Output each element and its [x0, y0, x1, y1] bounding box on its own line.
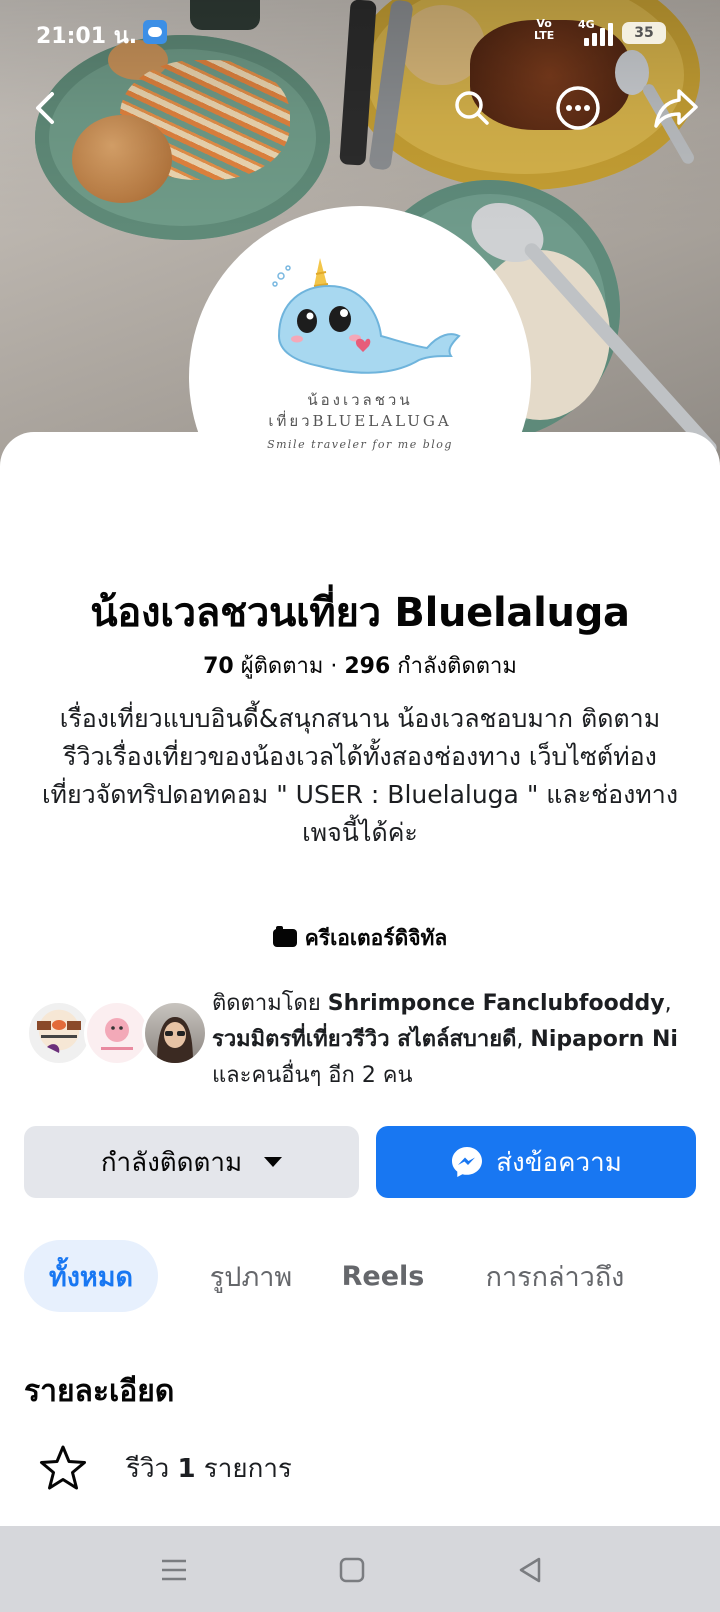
system-back-button[interactable]: [508, 1548, 552, 1592]
category-icon: [272, 926, 297, 947]
mutual-followers-avatars[interactable]: [26, 1000, 208, 1066]
system-nav-bar: [0, 1526, 720, 1612]
logo-tagline: Smile traveler for me blog: [267, 438, 453, 451]
profile-tabs: ทั้งหมด รูปภาพ Reels การกล่าวถึง: [24, 1240, 704, 1312]
home-button[interactable]: [330, 1548, 374, 1592]
menu-icon: [162, 1559, 186, 1581]
logo-text-line2: เที่ยวBLUELALUGA: [268, 410, 451, 430]
follower-name[interactable]: รวมมิตรที่เที่ยวรีวิว สไตล์สบายดี: [212, 1027, 516, 1052]
following-count: 296: [344, 654, 391, 679]
chevron-left-icon: [36, 92, 54, 124]
follower-avatar[interactable]: [84, 1000, 150, 1066]
follower-avatar[interactable]: [142, 1000, 208, 1066]
follower-stats[interactable]: 70 ผู้ติดตาม · 296 กำลังติดตาม: [0, 648, 720, 683]
reviews-text: รีวิว 1 รายการ: [126, 1453, 292, 1484]
search-icon: [455, 91, 489, 125]
follower-name[interactable]: Shrimponce Fanclubfooddy: [328, 991, 665, 1016]
caret-down-icon: [264, 1157, 283, 1167]
reviews-row[interactable]: รีวิว 1 รายการ: [38, 1440, 292, 1496]
star-icon: [40, 1445, 86, 1490]
tab-reels[interactable]: Reels: [324, 1240, 442, 1312]
share-icon: [654, 89, 698, 128]
search-button[interactable]: [448, 84, 496, 132]
page-bio: เรื่องเที่ยวแบบอินดี้&สนุกสนาน น้องเวลชอ…: [41, 704, 679, 847]
recent-apps-button[interactable]: [152, 1548, 196, 1592]
more-icon: [556, 86, 600, 130]
message-button-label: ส่งข้อความ: [496, 1147, 622, 1178]
following-button-label: กำลังติดตาม: [100, 1147, 243, 1178]
tab-mentions[interactable]: การกล่าวถึง: [470, 1240, 640, 1312]
battery-icon: 35: [622, 22, 666, 44]
page-category: ครีเอเตอร์ดิจิทัล: [0, 922, 720, 955]
status-bar: 21:01 น. Vo LTE 4G 35: [0, 0, 720, 64]
status-time: 21:01 น.: [36, 24, 138, 49]
home-square-icon: [339, 1557, 365, 1583]
follower-avatar[interactable]: [26, 1000, 92, 1066]
back-button[interactable]: [22, 84, 70, 132]
following-button[interactable]: กำลังติดตาม: [24, 1126, 359, 1198]
review-count: 1: [177, 1453, 196, 1484]
logo-text-line1: น้องเวลชวน: [307, 391, 412, 409]
followers-label: ผู้ติดตาม: [240, 654, 324, 679]
narwhal-logo: น้องเวลชวน เที่ยวBLUELALUGA Smile travel…: [267, 258, 461, 451]
more-button[interactable]: [554, 84, 602, 132]
follower-name[interactable]: Nipaporn Ni: [530, 1027, 678, 1052]
followers-count: 70: [203, 654, 234, 679]
share-button[interactable]: [652, 84, 700, 132]
message-button[interactable]: ส่งข้อความ: [376, 1126, 696, 1198]
signal-icon: [584, 22, 614, 46]
messenger-icon: [452, 1147, 483, 1177]
tab-all[interactable]: ทั้งหมด: [24, 1240, 158, 1312]
details-title: รายละเอียด: [24, 1374, 175, 1409]
back-triangle-icon: [519, 1557, 541, 1583]
profile-picture[interactable]: น้องเวลชวน เที่ยวBLUELALUGA Smile travel…: [189, 206, 531, 548]
following-label: กำลังติดตาม: [397, 654, 517, 679]
followed-by-text[interactable]: ติดตามโดย Shrimponce Fanclubfooddy, รวมม…: [212, 986, 692, 1094]
page-title: น้องเวลชวนเที่ยว Bluelaluga: [90, 590, 630, 636]
tab-photos[interactable]: รูปภาพ: [188, 1240, 314, 1312]
weather-icon: [143, 20, 167, 44]
volte-indicator: Vo LTE: [534, 17, 555, 42]
